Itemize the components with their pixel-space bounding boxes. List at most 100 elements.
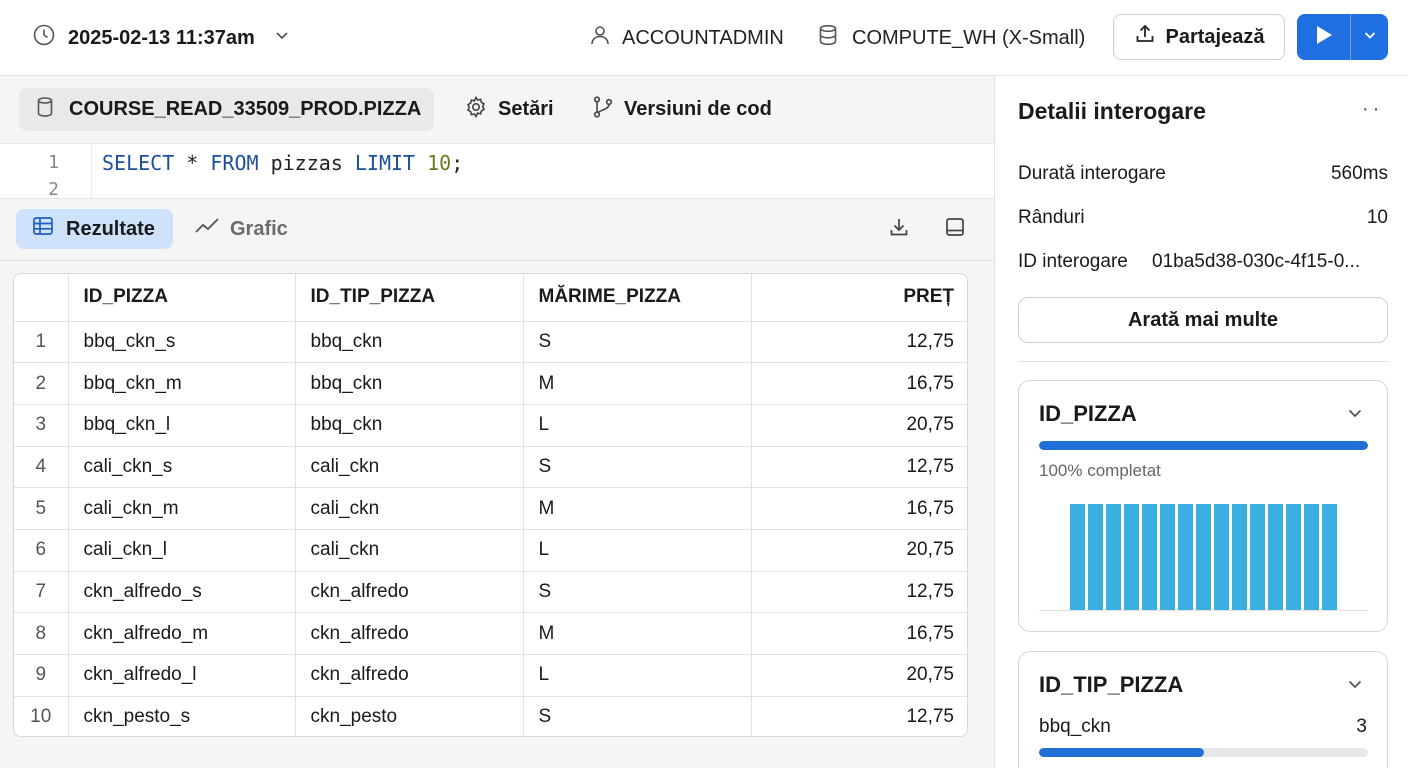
table-cell[interactable]: M bbox=[523, 362, 752, 405]
table-cell[interactable]: L bbox=[523, 654, 752, 697]
table-row[interactable]: 9 ckn_alfredo_l ckn_alfredo L 20,75 bbox=[14, 654, 967, 697]
table-cell[interactable]: S bbox=[523, 571, 752, 614]
settings-button[interactable]: Setări bbox=[464, 88, 554, 131]
run-button-group bbox=[1297, 14, 1388, 60]
table-cell[interactable]: S bbox=[523, 446, 752, 489]
sql-editor[interactable]: 1 2 SELECT * FROM pizzas LIMIT 10; bbox=[0, 143, 994, 200]
table-cell[interactable]: cali_ckn_m bbox=[68, 487, 296, 530]
histogram-bar bbox=[1178, 504, 1193, 610]
table-cell[interactable]: M bbox=[523, 612, 752, 655]
table-cell[interactable]: L bbox=[523, 529, 752, 572]
query-id-value[interactable]: 01ba5d38-030c-4f15-0... bbox=[1152, 251, 1388, 273]
table-cell[interactable]: 16,75 bbox=[751, 612, 967, 655]
table-cell[interactable]: ckn_alfredo bbox=[295, 571, 524, 614]
tab-results-label: Rezultate bbox=[66, 217, 155, 240]
table-cell[interactable]: cali_ckn bbox=[295, 446, 524, 489]
top-value-label: bbq_ckn bbox=[1039, 716, 1111, 737]
rows-label: Rânduri bbox=[1018, 207, 1085, 228]
table-cell[interactable]: ckn_alfredo_l bbox=[68, 654, 296, 697]
panel-title: Detalii interogare bbox=[1018, 98, 1206, 124]
code-line[interactable]: SELECT * FROM pizzas LIMIT 10; bbox=[102, 151, 463, 175]
table-cell[interactable]: 20,75 bbox=[751, 529, 967, 572]
histogram-bar bbox=[1232, 504, 1247, 610]
table-cell[interactable]: ckn_alfredo bbox=[295, 612, 524, 655]
sql-punctuation: ; bbox=[451, 151, 464, 175]
share-button[interactable]: Partajează bbox=[1113, 14, 1285, 60]
table-icon bbox=[32, 216, 54, 242]
table-cell[interactable]: 16,75 bbox=[751, 362, 967, 405]
row-number: 5 bbox=[14, 487, 69, 530]
table-row[interactable]: 3 bbq_ckn_l bbq_ckn L 20,75 bbox=[14, 404, 967, 447]
table-cell[interactable]: bbq_ckn bbox=[295, 362, 524, 405]
table-cell[interactable]: ckn_pesto_s bbox=[68, 696, 296, 736]
table-row[interactable]: 4 cali_ckn_s cali_ckn S 12,75 bbox=[14, 446, 967, 489]
show-more-button[interactable]: Arată mai multe bbox=[1018, 297, 1388, 343]
table-cell[interactable]: M bbox=[523, 487, 752, 530]
database-icon bbox=[35, 96, 55, 124]
table-cell[interactable]: ckn_alfredo bbox=[295, 654, 524, 697]
row-number: 4 bbox=[14, 446, 69, 489]
row-number: 8 bbox=[14, 612, 69, 655]
settings-label: Setări bbox=[498, 98, 554, 120]
warehouse-indicator[interactable]: COMPUTE_WH (X-Small) bbox=[816, 22, 1085, 54]
role-label: ACCOUNTADMIN bbox=[622, 26, 784, 49]
table-cell[interactable]: cali_ckn bbox=[295, 529, 524, 572]
table-cell[interactable]: 16,75 bbox=[751, 487, 967, 530]
table-cell[interactable]: cali_ckn_l bbox=[68, 529, 296, 572]
histogram-bar bbox=[1160, 504, 1175, 610]
column-header[interactable]: MĂRIME_PIZZA bbox=[523, 274, 752, 322]
table-row[interactable]: 2 bbq_ckn_m bbq_ckn M 16,75 bbox=[14, 362, 967, 405]
table-cell[interactable]: ckn_pesto bbox=[295, 696, 524, 736]
table-cell[interactable]: bbq_ckn_s bbox=[68, 321, 296, 364]
table-cell[interactable]: ckn_alfredo_s bbox=[68, 571, 296, 614]
table-row[interactable]: 6 cali_ckn_l cali_ckn L 20,75 bbox=[14, 529, 967, 572]
run-options-button[interactable] bbox=[1351, 14, 1388, 60]
table-cell[interactable]: bbq_ckn bbox=[295, 404, 524, 447]
duration-label: Durată interogare bbox=[1018, 163, 1166, 184]
table-cell[interactable]: 12,75 bbox=[751, 446, 967, 489]
timestamp-selector[interactable]: 2025-02-13 11:37am bbox=[32, 22, 291, 54]
table-cell[interactable]: S bbox=[523, 321, 752, 364]
table-cell[interactable]: 12,75 bbox=[751, 696, 967, 736]
timestamp-label: 2025-02-13 11:37am bbox=[68, 26, 255, 49]
table-cell[interactable]: cali_ckn bbox=[295, 487, 524, 530]
table-cell[interactable]: cali_ckn_s bbox=[68, 446, 296, 489]
download-button[interactable] bbox=[884, 214, 914, 244]
run-button[interactable] bbox=[1297, 14, 1351, 60]
more-options-icon[interactable]: ·· bbox=[1362, 98, 1383, 121]
table-cell[interactable]: bbq_ckn_m bbox=[68, 362, 296, 405]
table-cell[interactable]: bbq_ckn bbox=[295, 321, 524, 364]
query-id-label: ID interogare bbox=[1018, 251, 1128, 272]
column-header[interactable]: ID_PIZZA bbox=[68, 274, 296, 322]
chevron-down-icon[interactable] bbox=[1345, 674, 1365, 699]
table-row[interactable]: 7 ckn_alfredo_s ckn_alfredo S 12,75 bbox=[14, 571, 967, 614]
toggle-panel-button[interactable] bbox=[940, 214, 970, 244]
column-header[interactable]: ID_TIP_PIZZA bbox=[295, 274, 524, 322]
role-indicator[interactable]: ACCOUNTADMIN bbox=[588, 22, 784, 54]
table-cell[interactable]: 12,75 bbox=[751, 321, 967, 364]
table-cell[interactable]: 20,75 bbox=[751, 654, 967, 697]
table-cell[interactable]: 20,75 bbox=[751, 404, 967, 447]
code-versions-button[interactable]: Versiuni de cod bbox=[592, 88, 772, 131]
table-row[interactable]: 5 cali_ckn_m cali_ckn M 16,75 bbox=[14, 487, 967, 530]
line-number: 1 bbox=[48, 152, 59, 173]
database-icon bbox=[816, 23, 840, 53]
line-gutter: 1 2 bbox=[0, 144, 92, 200]
chevron-down-icon[interactable] bbox=[1345, 403, 1365, 428]
table-row[interactable]: 10 ckn_pesto_s ckn_pesto S 12,75 bbox=[14, 696, 967, 736]
table-cell[interactable]: 12,75 bbox=[751, 571, 967, 614]
column-header[interactable]: PREȚ bbox=[751, 274, 967, 322]
completion-bar-fill bbox=[1039, 441, 1368, 450]
top-value-bar-fill bbox=[1039, 748, 1204, 757]
table-cell[interactable]: bbq_ckn_l bbox=[68, 404, 296, 447]
table-row[interactable]: 1 bbq_ckn_s bbq_ckn S 12,75 bbox=[14, 321, 967, 364]
table-cell[interactable]: ckn_alfredo_m bbox=[68, 612, 296, 655]
gear-icon bbox=[464, 95, 488, 125]
top-value-bar bbox=[1039, 748, 1368, 757]
table-cell[interactable]: S bbox=[523, 696, 752, 736]
tab-chart[interactable]: Grafic bbox=[194, 209, 288, 249]
table-row[interactable]: 8 ckn_alfredo_m ckn_alfredo M 16,75 bbox=[14, 612, 967, 655]
table-cell[interactable]: L bbox=[523, 404, 752, 447]
tab-results[interactable]: Rezultate bbox=[16, 209, 173, 249]
database-context-selector[interactable]: COURSE_READ_33509_PROD.PIZZA bbox=[19, 88, 434, 131]
